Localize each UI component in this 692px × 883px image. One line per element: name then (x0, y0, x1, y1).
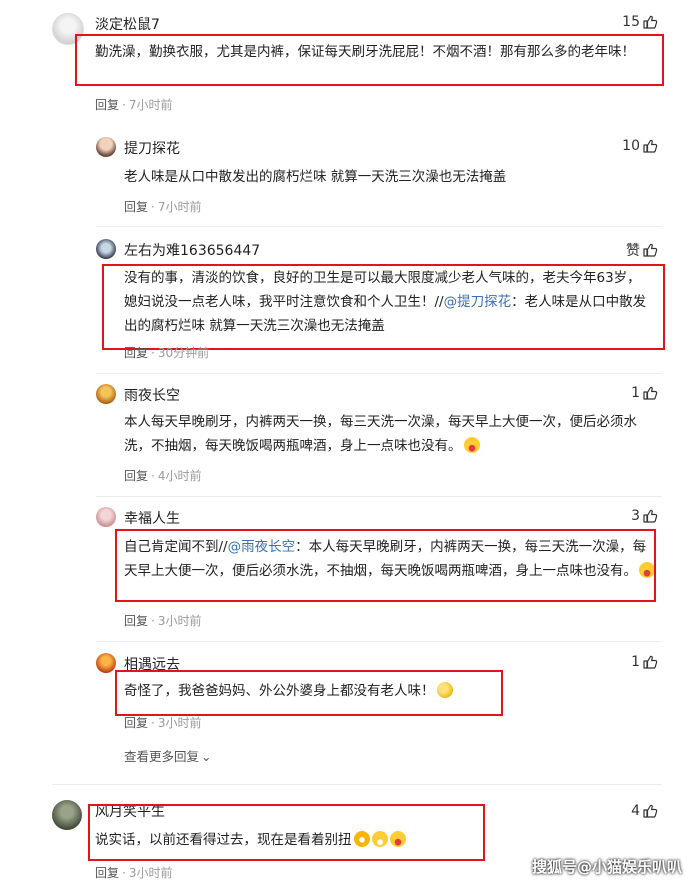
avatar[interactable] (96, 137, 116, 157)
reply-time: 3小时前 (157, 614, 202, 628)
highlight-box (75, 34, 664, 86)
highlight-box (102, 264, 665, 350)
reply-time: 3小时前 (157, 716, 202, 730)
reply-time: 30分钟前 (157, 346, 210, 360)
like-count: 4 (631, 803, 640, 819)
reply-meta: 回复 · 4小时前 (124, 469, 202, 483)
comment-meta: 回复 · 7小时前 (95, 98, 173, 112)
reply-time: 4小时前 (157, 469, 202, 483)
like-count: 10 (622, 138, 640, 154)
divider (96, 496, 662, 497)
reply-text: 老人味是从口中散发出的腐朽烂味 就算一天洗三次澡也无法掩盖 (124, 169, 507, 185)
comment-username[interactable]: 淡定松鼠7 (95, 14, 160, 34)
view-more-replies-button[interactable]: 查看更多回复 ⌄ (124, 746, 212, 765)
divider (96, 226, 662, 227)
highlight-box (115, 529, 656, 602)
reply-meta: 回复 · 3小时前 (124, 716, 202, 730)
view-more-replies-label: 查看更多回复 (124, 749, 200, 764)
like-button[interactable]: 1 (631, 385, 658, 401)
thumb-up-icon (642, 138, 658, 154)
comment-time: 3小时前 (128, 866, 173, 880)
laughing-emoji-icon (463, 437, 480, 453)
like-label: 赞 (626, 243, 640, 259)
thumb-up-icon (642, 385, 658, 401)
reply-text: 本人每天早晚刷牙，内裤两天一换，每三天洗一次澡，每天早上大便一次，便后必须水洗，… (124, 410, 659, 458)
reply-button[interactable]: 回复 (124, 469, 148, 483)
like-button[interactable]: 4 (631, 803, 658, 819)
reply-button[interactable]: 回复 (95, 98, 119, 112)
like-button[interactable]: 1 (631, 654, 658, 670)
reply-text-content: 本人每天早晚刷牙，内裤两天一换，每三天洗一次澡，每天早上大便一次，便后必须水洗，… (124, 414, 637, 454)
like-count: 15 (622, 14, 640, 30)
avatar[interactable] (96, 239, 116, 259)
reply-meta: 回复 · 3小时前 (124, 614, 202, 628)
reply-username[interactable]: 幸福人生 (124, 508, 180, 528)
reply-button[interactable]: 回复 (124, 346, 148, 360)
highlight-box (88, 804, 485, 861)
reply-username[interactable]: 雨夜长空 (124, 385, 180, 405)
reply-meta: 回复 · 7小时前 (124, 200, 202, 214)
reply-button[interactable]: 回复 (124, 200, 148, 214)
like-count: 1 (631, 385, 640, 401)
avatar[interactable] (52, 800, 82, 830)
comment-time: 7小时前 (128, 98, 173, 112)
watermark: 搜狐号@小猫娱乐叭叭 (531, 858, 682, 876)
avatar[interactable] (96, 384, 116, 404)
highlight-box (115, 670, 503, 716)
divider (52, 784, 662, 785)
reply-username[interactable]: 提刀探花 (124, 138, 180, 158)
like-count: 3 (631, 508, 640, 524)
like-button[interactable]: 15 (622, 14, 658, 30)
reply-button[interactable]: 回复 (95, 866, 119, 880)
divider (96, 373, 662, 374)
thumb-up-icon (642, 14, 658, 30)
thumb-up-icon (642, 803, 658, 819)
like-button[interactable]: 3 (631, 508, 658, 524)
thumb-up-icon (642, 242, 658, 258)
comment-meta: 回复 · 3小时前 (95, 866, 173, 880)
chevron-down-icon: ⌄ (201, 749, 212, 764)
thumb-up-icon (642, 654, 658, 670)
reply-button[interactable]: 回复 (124, 716, 148, 730)
reply-button[interactable]: 回复 (124, 614, 148, 628)
avatar[interactable] (96, 507, 116, 527)
reply-time: 7小时前 (157, 200, 202, 214)
reply-username[interactable]: 左右为难163656447 (124, 240, 260, 260)
like-button[interactable]: 10 (622, 138, 658, 154)
avatar[interactable] (96, 653, 116, 673)
reply-meta: 回复 · 30分钟前 (124, 346, 210, 360)
like-count: 1 (631, 654, 640, 670)
like-button[interactable]: 赞 (626, 240, 658, 260)
thumb-up-icon (642, 508, 658, 524)
divider (96, 641, 662, 642)
